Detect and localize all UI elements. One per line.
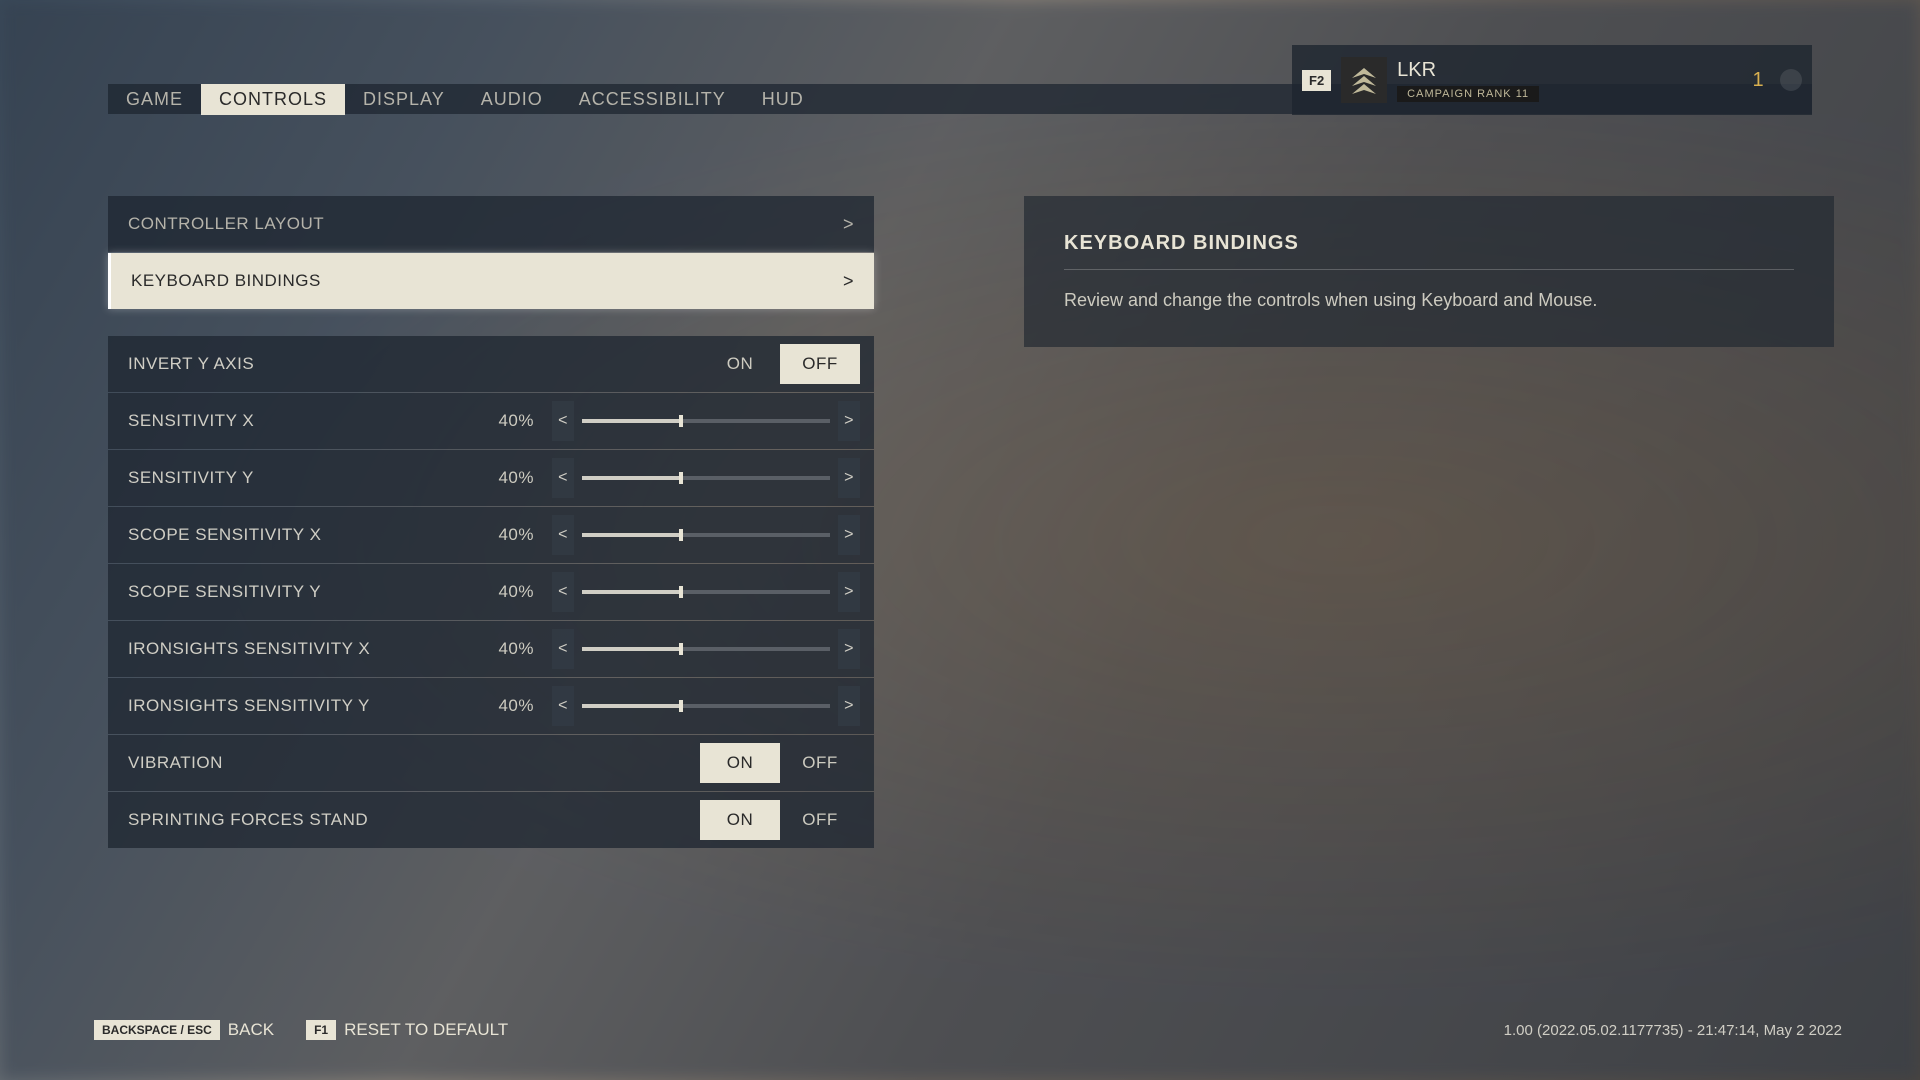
slider-fill [582, 476, 681, 480]
slider-track[interactable] [582, 476, 830, 480]
tab-audio[interactable]: AUDIO [463, 84, 561, 115]
setting-label: SPRINTING FORCES STAND [128, 810, 368, 830]
version-text: 1.00 (2022.05.02.1177735) - 21:47:14, Ma… [1504, 1022, 1842, 1039]
increase-button[interactable]: > [838, 458, 860, 498]
back-label: BACK [228, 1020, 274, 1040]
slider-handle[interactable] [679, 415, 683, 427]
reset-key-chip: F1 [306, 1020, 336, 1040]
slider-track[interactable] [582, 533, 830, 537]
setting-label: SCOPE SENSITIVITY X [128, 525, 321, 545]
rank-emblem-icon [1341, 57, 1387, 103]
toggle-on[interactable]: ON [700, 344, 780, 384]
setting-sensitivity-x: SENSITIVITY X 40% < > [108, 393, 874, 449]
setting-label: INVERT Y AXIS [128, 354, 254, 374]
slider-fill [582, 647, 681, 651]
setting-value: 40% [498, 411, 534, 431]
slider-track[interactable] [582, 704, 830, 708]
reset-action[interactable]: F1 RESET TO DEFAULT [306, 1020, 508, 1040]
info-description: Review and change the controls when usin… [1064, 290, 1794, 311]
decrease-button[interactable]: < [552, 629, 574, 669]
setting-ironsights-sensitivity-y: IRONSIGHTS SENSITIVITY Y 40% < > [108, 678, 874, 734]
info-panel: KEYBOARD BINDINGS Review and change the … [1024, 196, 1834, 347]
increase-button[interactable]: > [838, 572, 860, 612]
slider-handle[interactable] [679, 700, 683, 712]
tab-display[interactable]: DISPLAY [345, 84, 463, 115]
info-title: KEYBOARD BINDINGS [1064, 232, 1794, 270]
slider-fill [582, 590, 681, 594]
slider-fill [582, 704, 681, 708]
back-action[interactable]: BACKSPACE / ESC BACK [94, 1020, 274, 1040]
increase-button[interactable]: > [838, 629, 860, 669]
decrease-button[interactable]: < [552, 458, 574, 498]
setting-vibration: VIBRATION ONOFF [108, 735, 874, 791]
nav-row-controller-layout[interactable]: CONTROLLER LAYOUT > [108, 196, 874, 252]
footer-bar: BACKSPACE / ESC BACK F1 RESET TO DEFAULT… [94, 1020, 1842, 1040]
decrease-button[interactable]: < [552, 401, 574, 441]
player-card: F2 LKR CAMPAIGN RANK 11 1 [1292, 45, 1812, 115]
setting-label: VIBRATION [128, 753, 223, 773]
setting-value: 40% [498, 696, 534, 716]
back-key-chip: BACKSPACE / ESC [94, 1020, 220, 1040]
slider-handle[interactable] [679, 586, 683, 598]
nav-row-label: KEYBOARD BINDINGS [131, 271, 321, 291]
nav-row-keyboard-bindings[interactable]: KEYBOARD BINDINGS > [108, 253, 874, 309]
tab-hud[interactable]: HUD [744, 84, 822, 115]
reset-label: RESET TO DEFAULT [344, 1020, 508, 1040]
toggle-off[interactable]: OFF [780, 344, 860, 384]
player-name: LKR [1397, 59, 1736, 82]
settings-panel: CONTROLLER LAYOUT > KEYBOARD BINDINGS > INVE… [108, 196, 874, 849]
avatar-icon [1780, 69, 1802, 91]
setting-label: SENSITIVITY X [128, 411, 254, 431]
setting-scope-sensitivity-y: SCOPE SENSITIVITY Y 40% < > [108, 564, 874, 620]
slider-handle[interactable] [679, 472, 683, 484]
increase-button[interactable]: > [838, 401, 860, 441]
setting-invert-y-axis: INVERT Y AXIS ONOFF [108, 336, 874, 392]
setting-sensitivity-y: SENSITIVITY Y 40% < > [108, 450, 874, 506]
setting-value: 40% [498, 525, 534, 545]
setting-scope-sensitivity-x: SCOPE SENSITIVITY X 40% < > [108, 507, 874, 563]
slider-handle[interactable] [679, 529, 683, 541]
decrease-button[interactable]: < [552, 515, 574, 555]
toggle-group: ONOFF [700, 800, 860, 840]
increase-button[interactable]: > [838, 515, 860, 555]
slider-track[interactable] [582, 647, 830, 651]
slider-fill [582, 419, 681, 423]
setting-value: 40% [498, 639, 534, 659]
setting-ironsights-sensitivity-x: IRONSIGHTS SENSITIVITY X 40% < > [108, 621, 874, 677]
toggle-on[interactable]: ON [700, 800, 780, 840]
increase-button[interactable]: > [838, 686, 860, 726]
toggle-off[interactable]: OFF [780, 743, 860, 783]
decrease-button[interactable]: < [552, 572, 574, 612]
nav-row-label: CONTROLLER LAYOUT [128, 214, 324, 234]
player-rank-label: CAMPAIGN RANK 11 [1397, 86, 1539, 102]
chevron-right-icon: > [837, 214, 860, 235]
decrease-button[interactable]: < [552, 686, 574, 726]
setting-value: 40% [498, 582, 534, 602]
chevron-right-icon: > [837, 271, 860, 292]
setting-label: IRONSIGHTS SENSITIVITY Y [128, 696, 370, 716]
player-level: 1 [1736, 69, 1780, 92]
toggle-off[interactable]: OFF [780, 800, 860, 840]
slider-fill [582, 533, 681, 537]
setting-value: 40% [498, 468, 534, 488]
toggle-group: ONOFF [700, 344, 860, 384]
slider-track[interactable] [582, 590, 830, 594]
slider-handle[interactable] [679, 643, 683, 655]
keyhint-f2: F2 [1302, 70, 1331, 91]
toggle-group: ONOFF [700, 743, 860, 783]
tab-game[interactable]: GAME [108, 84, 201, 115]
tab-controls[interactable]: CONTROLS [201, 84, 345, 115]
tab-accessibility[interactable]: ACCESSIBILITY [561, 84, 744, 115]
toggle-on[interactable]: ON [700, 743, 780, 783]
slider-track[interactable] [582, 419, 830, 423]
setting-label: SCOPE SENSITIVITY Y [128, 582, 321, 602]
setting-sprinting-forces-stand: SPRINTING FORCES STAND ONOFF [108, 792, 874, 848]
player-info: LKR CAMPAIGN RANK 11 [1397, 59, 1736, 102]
setting-label: SENSITIVITY Y [128, 468, 254, 488]
setting-label: IRONSIGHTS SENSITIVITY X [128, 639, 370, 659]
